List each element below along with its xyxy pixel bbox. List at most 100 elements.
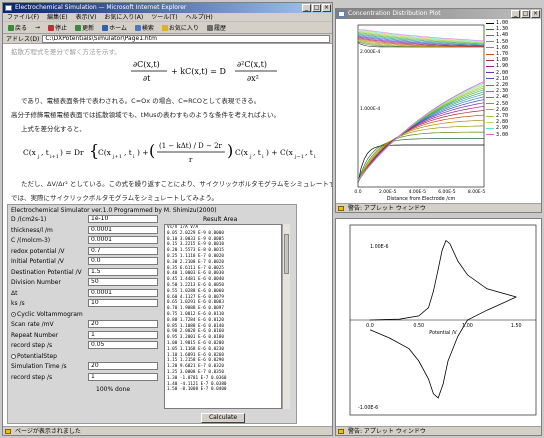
cv-mode-label: Cyclic Voltammogram: [17, 310, 83, 318]
x-tick-label: 6.00E-5: [438, 189, 455, 195]
svg-text:∂²C(x,t): ∂²C(x,t): [237, 60, 267, 69]
result-area[interactable]: Vs/V I/A V/A 0.05 2.0229 E-9 0.0000 0.10 …: [164, 224, 282, 409]
paragraph-3: 上式を差分化すると、: [21, 125, 86, 133]
param-input[interactable]: 0.0001: [88, 288, 158, 297]
browser-titlebar[interactable]: Electrochemical Simulation — Microsoft I…: [3, 3, 332, 13]
cv-warning-icon: [338, 429, 344, 434]
cv-plot: 1.00E-6 -1.00E-6 0.0 0.50 1.00 1.50 Potential …: [349, 224, 537, 416]
menu-favorites[interactable]: お気に入り(A): [104, 13, 143, 21]
param-input[interactable]: 1: [88, 330, 158, 339]
menu-edit[interactable]: 編集(E): [47, 13, 67, 21]
y-tick-label: 1.00E-6: [370, 244, 389, 250]
svg-text:+ kC(x,t) = D: + kC(x,t) = D: [171, 67, 226, 76]
legend-swatch: [486, 59, 494, 61]
step-mode-radio[interactable]: PotentialStep: [11, 353, 57, 360]
svg-text:) = Dr: ) = Dr: [60, 148, 84, 157]
minimize-button[interactable]: _: [302, 4, 311, 12]
progress-text: 100% done: [96, 386, 131, 393]
x-tick-label: 8.00E-5: [468, 189, 485, 195]
menu-tools[interactable]: ツール(T): [151, 13, 177, 21]
diffusion-equation: ∂C(x,t) ∂t + kC(x,t) = D ∂²C(x,t) ∂x²: [123, 56, 293, 90]
conc-close-button[interactable]: ×: [531, 10, 540, 18]
svg-text:i: i: [314, 154, 316, 160]
legend-swatch: [486, 41, 494, 43]
home-button[interactable]: ホーム: [100, 23, 129, 32]
history-button[interactable]: 履歴: [205, 23, 228, 32]
param-label: redox potential /V: [11, 247, 65, 255]
param-input[interactable]: 20: [88, 362, 158, 370]
param-input[interactable]: 0.05: [88, 341, 158, 349]
toolbar: 戻る → 停止 更新 ホーム 検索 お気に入り 履歴: [3, 22, 332, 34]
calculate-button[interactable]: Calculate: [201, 413, 245, 423]
scroll-thumb[interactable]: [284, 234, 289, 274]
menu-view[interactable]: 表示(V): [76, 13, 97, 21]
cv-mode-radio[interactable]: Cyclic Voltammogram: [11, 311, 83, 318]
stop-button[interactable]: 停止: [46, 23, 69, 32]
legend-swatch: [486, 128, 494, 130]
conc-statusbar: 警告: アプレット ウィンドウ: [336, 203, 541, 212]
legend-swatch: [486, 22, 494, 24]
y-tick-label: 2.000E-4: [360, 49, 380, 55]
concentration-window: Concentration Distribution Plot _ □ × 2.…: [335, 8, 542, 213]
param-input[interactable]: 1e-10: [88, 215, 158, 223]
page-content: 拡散方程式を差分で解く方法を示す。 ∂C(x,t) ∂t + kC(x,t) =…: [3, 44, 332, 426]
param-input[interactable]: 0.0: [88, 257, 158, 265]
conc-maximize-button[interactable]: □: [521, 10, 530, 18]
step-mode-label: PotentialStep: [17, 352, 57, 360]
param-input[interactable]: 1: [88, 372, 158, 381]
svg-text:C(x: C(x: [23, 148, 37, 157]
param-label: C /(molcm-3): [11, 237, 51, 244]
legend-swatch: [486, 97, 494, 99]
param-input[interactable]: 20: [88, 320, 158, 328]
param-input[interactable]: 50: [88, 278, 158, 286]
menu-file[interactable]: ファイル(F): [7, 13, 39, 21]
close-button[interactable]: ×: [322, 4, 331, 12]
cv-plot-area: 1.00E-6 -1.00E-6 0.0 0.50 1.00 1.50 Potential …: [336, 219, 541, 424]
legend-label: 3.00: [496, 131, 509, 138]
forward-button[interactable]: →: [33, 24, 42, 31]
svg-text:r: r: [189, 156, 193, 164]
concentration-title: Concentration Distribution Plot: [348, 10, 441, 17]
search-button[interactable]: 検索: [133, 23, 156, 32]
address-input[interactable]: C:\DXPotentials\Simulator\Page1.htm: [42, 34, 330, 43]
svg-text:C(x: C(x: [235, 148, 249, 157]
svg-text:(1 − kΔt) / D − 2r: (1 − kΔt) / D − 2r: [159, 142, 223, 150]
paragraph-2: 高分子修飾電極電極表面では拡散領域でも、tMusの表わすものような条件を考えれば…: [11, 111, 280, 119]
param-input[interactable]: 0.7: [88, 246, 158, 255]
favorites-button[interactable]: お気に入り: [160, 23, 201, 32]
y-tick-label: -1.00E-6: [358, 405, 378, 411]
x-tick-label: 0.50: [413, 323, 424, 329]
concentration-titlebar[interactable]: Concentration Distribution Plot _ □ ×: [336, 9, 541, 19]
result-row: 1.50 -8.1008 E-7 0.0400: [167, 387, 227, 393]
y-tick-label: 1.000E-4: [360, 106, 380, 112]
param-label: record step /s: [11, 342, 53, 349]
x-tick-label: 1.50: [511, 323, 522, 329]
svg-text:j: j: [37, 154, 40, 160]
cv-status-text: 警告: アプレット ウィンドウ: [348, 428, 426, 435]
x-axis-label: Distance from Electrode /cm: [387, 196, 456, 202]
back-button[interactable]: 戻る: [6, 23, 29, 32]
result-list: 0.05 2.0229 E-9 0.0000 0.10 3.0033 E-9 0.…: [167, 231, 281, 393]
legend-swatch: [486, 78, 494, 80]
maximize-button[interactable]: □: [312, 4, 321, 12]
result-scrollbar[interactable]: [282, 224, 290, 409]
refresh-button[interactable]: 更新: [73, 23, 96, 32]
difference-equation-svg: C(x j , t i+1 ) = Dr { C(x j+1 , t i ) +…: [23, 141, 316, 164]
search-icon: [134, 25, 141, 31]
menu-help[interactable]: ヘルプ(H): [186, 13, 213, 21]
param-input[interactable]: 10: [88, 299, 158, 307]
svg-text:i: i: [133, 154, 135, 160]
difference-equation: C(x j , t i+1 ) = Dr { C(x j+1 , t i ) +…: [21, 134, 321, 170]
home-icon: [102, 25, 109, 31]
star-icon: [161, 25, 168, 31]
result-area-label: Result Area: [203, 216, 238, 223]
param-input[interactable]: 0.0001: [88, 236, 158, 244]
legend-swatch: [486, 84, 494, 86]
applet-header: Electrochemical Simulator ver.1.0 Progra…: [11, 207, 217, 214]
param-input[interactable]: 1.5: [88, 267, 158, 276]
svg-text:∂x²: ∂x²: [247, 74, 259, 83]
conc-minimize-button[interactable]: _: [511, 10, 520, 18]
stop-icon: [48, 25, 55, 31]
ie-icon: [5, 5, 12, 11]
param-input[interactable]: 0.0001: [88, 225, 158, 234]
